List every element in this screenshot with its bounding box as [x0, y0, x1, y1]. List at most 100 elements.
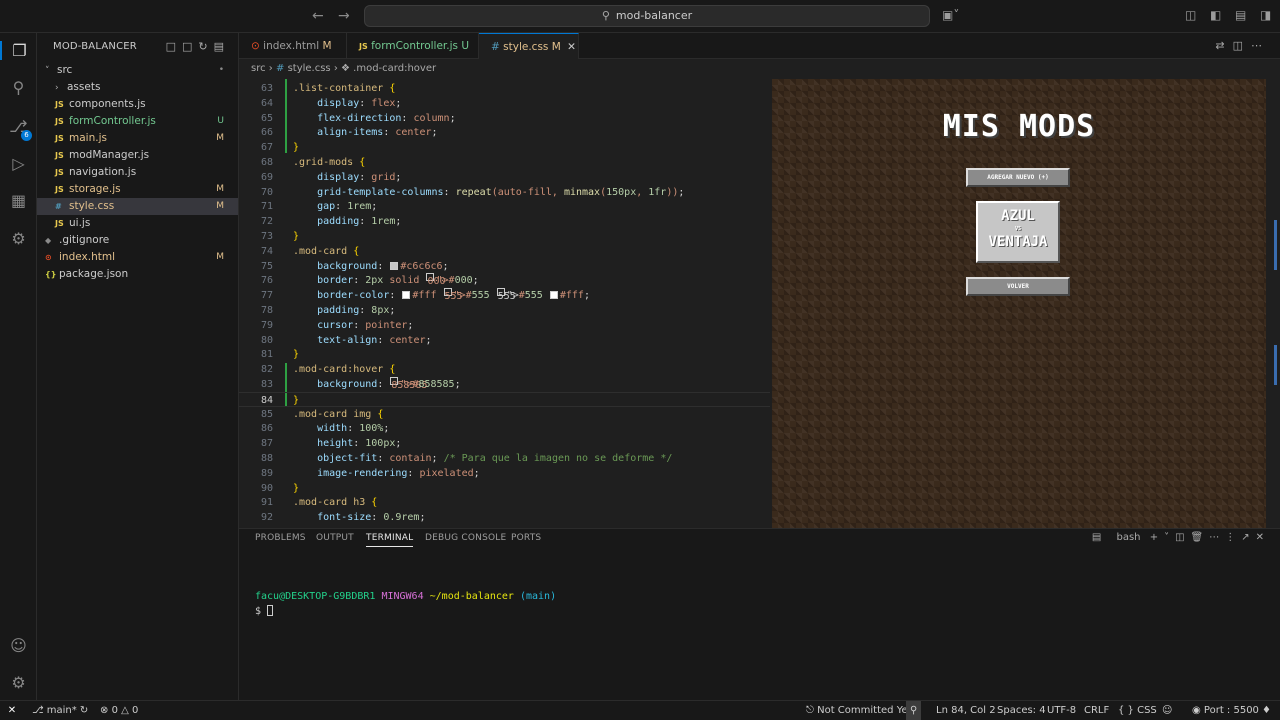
close-icon[interactable]: ✕: [567, 41, 576, 53]
code-line[interactable]: 90}: [239, 481, 770, 496]
sidebar-item-index-html[interactable]: ⊙ index.html M: [37, 249, 238, 266]
code-line[interactable]: 72 padding: 1rem;: [239, 214, 770, 229]
panel-actions[interactable]: ▤ bash +˅◫🗑⋯⋮↗✕: [1092, 532, 1270, 543]
sidebar-item-assets[interactable]: › assets: [37, 79, 238, 96]
code-line[interactable]: 85 .mod-card img {: [239, 407, 770, 422]
copilot-icon[interactable]: ▣˅: [942, 8, 959, 22]
copilot-status-icon[interactable]: ☺: [1162, 701, 1172, 720]
tab-style-css[interactable]: # style.css M ✕: [479, 33, 579, 59]
code-line[interactable]: 77 border-color: #fff 555">#555 555">#55…: [239, 288, 770, 303]
notifications-bell-icon[interactable]: ♦: [1262, 701, 1271, 720]
problems-indicator[interactable]: ⊗ 0 △ 0: [100, 701, 138, 720]
code-line[interactable]: 69 display: grid;: [239, 170, 770, 185]
sidebar-item-ui-js[interactable]: JS ui.js: [37, 215, 238, 232]
layout-icon[interactable]: ◫: [1185, 8, 1196, 22]
explorer-icon[interactable]: ❐: [0, 41, 37, 60]
code-line[interactable]: 76 border: 2px solid 000">#000;: [239, 273, 770, 288]
toggle-secondary-sidebar-icon[interactable]: ◨: [1260, 8, 1271, 22]
sidebar-item-modmanager-js[interactable]: JS modManager.js: [37, 147, 238, 164]
tab-index-html[interactable]: ⊙ index.html M: [239, 33, 347, 59]
code-line[interactable]: 84}: [239, 391, 770, 407]
code-line[interactable]: 79 cursor: pointer;: [239, 318, 770, 333]
preview-scrollbar[interactable]: [1274, 220, 1277, 270]
back-button[interactable]: VOLVER: [966, 277, 1070, 296]
code-line[interactable]: 75 background: #c6c6c6;: [239, 259, 770, 274]
toggle-sidebar-icon[interactable]: ◧: [1210, 8, 1221, 22]
code-line[interactable]: 83 background: 858585">#858585;: [239, 377, 770, 392]
sidebar-item-style-css[interactable]: # style.css M: [37, 198, 238, 215]
code-editor[interactable]: 63 .list-container {64 display: flex; 65 f…: [239, 79, 770, 524]
code-line[interactable]: 73}: [239, 229, 770, 244]
code-line[interactable]: 81}: [239, 347, 770, 362]
mod-card[interactable]: AZUL VS VENTAJA: [976, 201, 1060, 263]
back-arrow-icon[interactable]: ←: [312, 8, 324, 24]
line-ending[interactable]: CRLF: [1084, 701, 1109, 720]
account-icon[interactable]: ☺: [0, 636, 37, 655]
remote-explorer-icon[interactable]: ⚙: [0, 229, 37, 248]
terminal-shell-name: bash: [1116, 532, 1141, 543]
sidebar-item-formcontroller-js[interactable]: JS formController.js U: [37, 113, 238, 130]
code-line[interactable]: 65 flex-direction: column;: [239, 111, 770, 126]
panel-tab-debug-console[interactable]: DEBUG CONSOLE: [425, 533, 506, 546]
code-line[interactable]: 82 .mod-card:hover {: [239, 362, 770, 377]
extensions-icon[interactable]: ▦: [0, 191, 37, 210]
add-new-button[interactable]: AGREGAR NUEVO (+): [966, 168, 1070, 187]
sidebar-item-main-js[interactable]: JS main.js M: [37, 130, 238, 147]
tab-formcontroller-js[interactable]: JS formController.js U: [347, 33, 479, 59]
remote-icon[interactable]: ✕: [0, 701, 24, 720]
breadcrumb-file[interactable]: style.css: [288, 63, 331, 74]
code-line[interactable]: 68 .grid-mods {: [239, 155, 770, 170]
git-file-icon: ◆: [45, 236, 52, 245]
code-line[interactable]: 87 height: 100px;: [239, 436, 770, 451]
forward-arrow-icon[interactable]: →: [338, 8, 350, 24]
panel-tab-problems[interactable]: PROBLEMS: [255, 533, 306, 546]
code-line[interactable]: 80 text-align: center;: [239, 333, 770, 348]
code-line[interactable]: 64 display: flex;: [239, 96, 770, 111]
breadcrumb-symbol[interactable]: .mod-card:hover: [353, 63, 436, 74]
language-mode[interactable]: { } CSS: [1118, 701, 1157, 720]
sidebar-item-components-js[interactable]: JS components.js: [37, 96, 238, 113]
terminal-input-line[interactable]: $: [255, 605, 274, 617]
cursor-position[interactable]: Ln 84, Col 2: [936, 701, 996, 720]
code-line[interactable]: 63 .list-container {: [239, 81, 770, 96]
code-line[interactable]: 89 image-rendering: pixelated;: [239, 466, 770, 481]
sidebar-item-src[interactable]: ˅ src •: [37, 62, 238, 79]
line-number: 63: [260, 83, 273, 94]
editor-actions[interactable]: ⇄◫⋯: [1215, 39, 1270, 52]
code-text: .grid-mods {: [293, 157, 366, 168]
code-text: padding: 1rem;: [317, 216, 402, 228]
live-server-port[interactable]: ◉ Port : 5500: [1192, 701, 1259, 720]
code-line[interactable]: 70 grid-template-columns: repeat(auto-fi…: [239, 185, 770, 200]
browser-preview[interactable]: MIS MODS AGREGAR NUEVO (+) AZUL VS VENTA…: [772, 79, 1266, 529]
encoding[interactable]: UTF-8: [1047, 701, 1076, 720]
code-line[interactable]: 92 font-size: 0.9rem;: [239, 510, 770, 524]
zoom-icon[interactable]: ⚲: [906, 701, 922, 720]
code-line[interactable]: 74 .mod-card {: [239, 244, 770, 259]
git-blame-indicator[interactable]: ⎋ Not Committed Yet: [806, 701, 912, 720]
indentation[interactable]: Spaces: 4: [997, 701, 1046, 720]
branch-indicator[interactable]: ⎇ main* ↻: [32, 701, 88, 720]
sidebar-item-navigation-js[interactable]: JS navigation.js: [37, 164, 238, 181]
panel-tab-terminal[interactable]: TERMINAL: [366, 533, 414, 547]
panel-tab-ports[interactable]: PORTS: [511, 533, 541, 546]
preview-scrollbar-marker[interactable]: [1274, 345, 1277, 385]
code-line[interactable]: 91 .mod-card h3 {: [239, 495, 770, 510]
sidebar-item-storage-js[interactable]: JS storage.js M: [37, 181, 238, 198]
code-line[interactable]: 67}: [239, 140, 770, 155]
code-line[interactable]: 66 align-items: center;: [239, 125, 770, 140]
code-line[interactable]: 71 gap: 1rem;: [239, 199, 770, 214]
code-text: width: 100%;: [317, 423, 390, 435]
manage-gear-icon[interactable]: ⚙: [0, 673, 37, 692]
search-icon[interactable]: ⚲: [0, 78, 37, 97]
explorer-actions[interactable]: □□↻▤: [166, 40, 230, 53]
command-center-search[interactable]: ⚲ mod-balancer: [364, 5, 930, 27]
toggle-panel-icon[interactable]: ▤: [1235, 8, 1246, 22]
code-line[interactable]: 78 padding: 8px;: [239, 303, 770, 318]
panel-tab-output[interactable]: OUTPUT: [316, 533, 354, 546]
run-debug-icon[interactable]: ▷: [0, 154, 37, 173]
code-line[interactable]: 86 width: 100%;: [239, 421, 770, 436]
breadcrumb-folder[interactable]: src: [251, 63, 266, 74]
code-line[interactable]: 88 object-fit: contain; /* Para que la i…: [239, 451, 770, 466]
sidebar-item-package-json[interactable]: {} package.json: [37, 266, 238, 283]
sidebar-item--gitignore[interactable]: ◆ .gitignore: [37, 232, 238, 249]
